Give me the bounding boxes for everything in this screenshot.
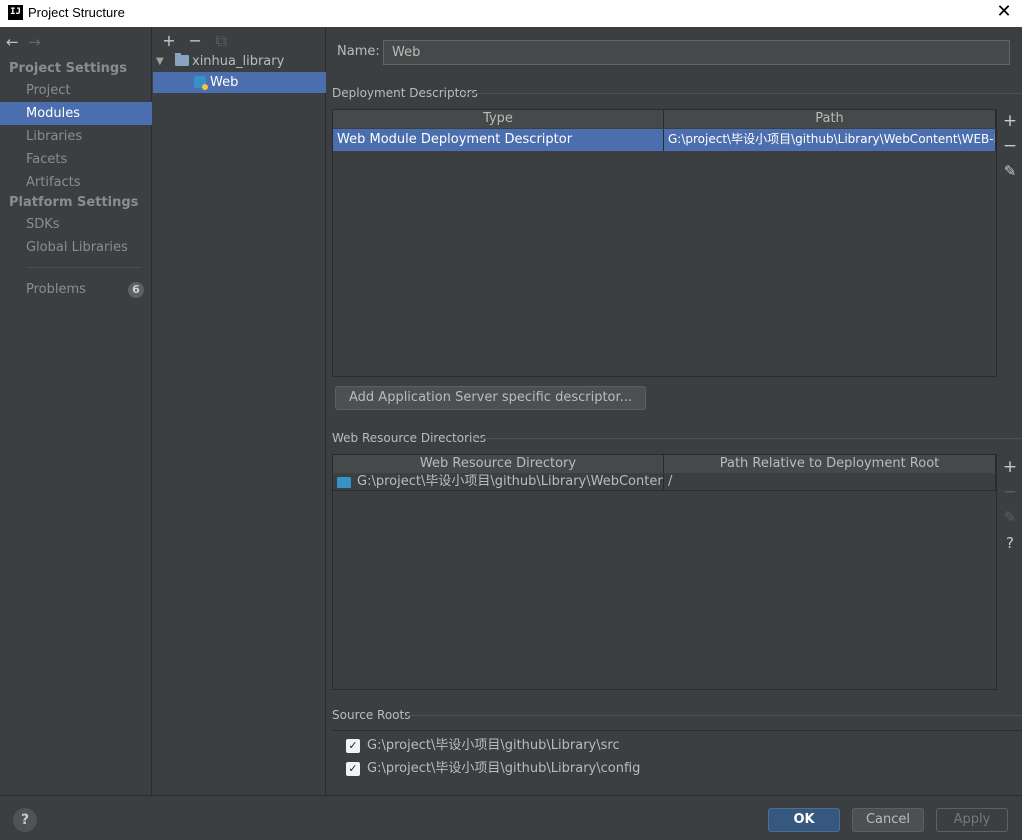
group-divider [473, 438, 1022, 439]
add-icon[interactable]: + [158, 31, 180, 50]
column-header-relative-path[interactable]: Path Relative to Deployment Root [664, 455, 996, 473]
remove-icon[interactable]: − [998, 136, 1022, 158]
group-divider [465, 93, 1022, 94]
problems-label: Problems [26, 282, 86, 297]
sidebar-item-sdks[interactable]: SDKs [0, 213, 152, 236]
source-root-path: G:\project\毕设小项目\github\Library\src [367, 738, 620, 753]
descriptor-type-cell: Web Module Deployment Descriptor [333, 129, 664, 151]
apply-button[interactable]: Apply [936, 808, 1008, 832]
navigation-arrows: ← → [6, 33, 46, 51]
close-icon[interactable]: ✕ [994, 2, 1014, 22]
source-root-path: G:\project\毕设小项目\github\Library\config [367, 761, 641, 776]
column-header-directory[interactable]: Web Resource Directory [333, 455, 664, 473]
sidebar-item-facets[interactable]: Facets [0, 148, 152, 171]
help-icon[interactable]: ? [998, 534, 1022, 556]
title-bar: IJ Project Structure ✕ [0, 0, 1022, 27]
problems-count-badge: 6 [128, 282, 144, 298]
deployment-descriptors-title: Deployment Descriptors [332, 86, 478, 100]
tree-node-xinhua-library[interactable]: ▼ xinhua_library [153, 51, 326, 72]
deployment-descriptors-table: Type Path Web Module Deployment Descript… [332, 109, 997, 377]
source-roots-list: ✓ G:\project\毕设小项目\github\Library\src ✓ … [332, 730, 1022, 785]
module-folder-icon [175, 53, 189, 66]
sidebar-item-project[interactable]: Project [0, 79, 152, 102]
add-icon[interactable]: + [998, 111, 1022, 133]
sidebar-item-artifacts[interactable]: Artifacts [0, 171, 152, 194]
descriptor-side-toolbar: + − ✎ [998, 111, 1022, 231]
remove-icon[interactable]: − [184, 31, 206, 50]
resource-directory-path: G:\project\毕设小项目\github\Library\WebConte… [357, 474, 664, 489]
back-arrow-icon[interactable]: ← [6, 33, 24, 51]
tree-node-web[interactable]: Web [153, 72, 326, 93]
descriptor-path-cell: G:\project\毕设小项目\github\Library\WebConte… [664, 129, 996, 151]
source-roots-title: Source Roots [332, 708, 411, 722]
edit-pencil-icon[interactable]: ✎ [998, 508, 1022, 530]
web-facet-icon [194, 76, 208, 90]
help-icon[interactable]: ? [13, 808, 37, 832]
platform-settings-header: Platform Settings [9, 195, 139, 210]
copy-icon[interactable]: ⧉ [210, 31, 232, 51]
resource-directory-cell: G:\project\毕设小项目\github\Library\WebConte… [333, 474, 664, 491]
web-resource-directories-title: Web Resource Directories [332, 431, 486, 445]
expanded-arrow-icon[interactable]: ▼ [156, 51, 164, 72]
checkbox-checked-icon[interactable]: ✓ [346, 739, 360, 753]
column-header-type[interactable]: Type [333, 110, 664, 128]
column-header-path[interactable]: Path [664, 110, 996, 128]
table-row[interactable]: Web Module Deployment Descriptor G:\proj… [333, 129, 996, 151]
edit-pencil-icon[interactable]: ✎ [998, 162, 1022, 184]
sidebar-divider [26, 267, 142, 268]
forward-arrow-icon[interactable]: → [28, 33, 46, 51]
module-tree-panel: + − ⧉ ▼ xinhua_library Web [153, 27, 326, 795]
remove-icon[interactable]: − [998, 482, 1022, 504]
sidebar-item-libraries[interactable]: Libraries [0, 125, 152, 148]
relative-path-cell: / [664, 474, 996, 491]
resource-side-toolbar: + − ✎ ? [998, 457, 1022, 557]
web-folder-icon [337, 477, 351, 488]
checkbox-checked-icon[interactable]: ✓ [346, 762, 360, 776]
sidebar-item-global-libraries[interactable]: Global Libraries [0, 236, 152, 259]
dialog-footer: ? OK Cancel Apply [0, 795, 1022, 840]
cancel-button[interactable]: Cancel [852, 808, 924, 832]
tree-node-label: Web [210, 75, 239, 90]
window-title: Project Structure [28, 5, 125, 20]
tree-node-label: xinhua_library [192, 54, 285, 69]
intellij-logo-icon: IJ [8, 5, 23, 20]
sidebar-item-modules[interactable]: Modules [0, 102, 152, 125]
table-header: Type Path [333, 110, 996, 128]
name-label: Name: [337, 44, 380, 59]
web-resource-directories-table: Web Resource Directory Path Relative to … [332, 454, 997, 690]
table-row[interactable]: G:\project\毕设小项目\github\Library\WebConte… [333, 474, 996, 491]
table-header: Web Resource Directory Path Relative to … [333, 455, 996, 473]
sidebar-item-problems[interactable]: Problems 6 [0, 278, 152, 301]
facet-settings-panel: Name: Web Deployment Descriptors Type Pa… [327, 27, 1022, 795]
settings-sidebar: ← → Project Settings Project Modules Lib… [0, 27, 152, 795]
name-input[interactable]: Web [383, 40, 1010, 65]
project-settings-header: Project Settings [9, 61, 127, 76]
ok-button[interactable]: OK [768, 808, 840, 832]
add-server-descriptor-button[interactable]: Add Application Server specific descript… [335, 386, 647, 410]
tree-toolbar: + − ⧉ [158, 31, 232, 51]
add-icon[interactable]: + [998, 457, 1022, 479]
group-divider [407, 715, 1022, 716]
